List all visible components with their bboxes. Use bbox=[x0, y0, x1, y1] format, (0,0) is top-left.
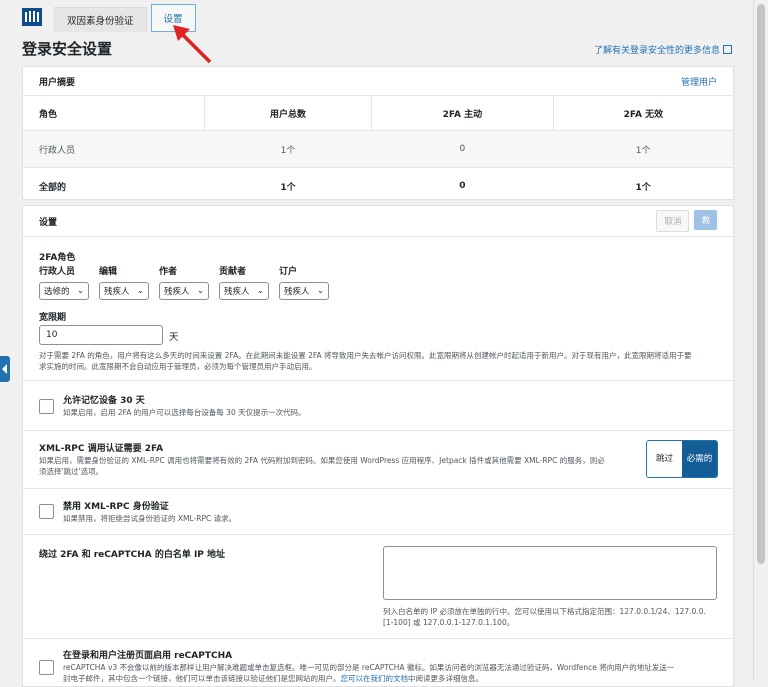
role-select[interactable]: 选修的 ⌄ bbox=[39, 282, 89, 300]
role-author: 作者 残疾人 ⌄ bbox=[159, 264, 211, 300]
whitelist-textarea[interactable] bbox=[383, 546, 717, 600]
role-select-value: 残疾人 bbox=[224, 287, 250, 297]
roles-group: 行政人员 选修的 ⌄ 编辑 残疾人 ⌄ 作者 残疾人 ⌄ 贡献者 残疾人 ⌄ 订户 残疾… bbox=[39, 264, 331, 300]
role-name: 编辑 bbox=[99, 267, 118, 277]
learn-more-label[interactable]: 了解有关登录安全性的更多信息 bbox=[594, 46, 720, 56]
manage-users-link[interactable]: 管理用户 bbox=[681, 75, 717, 88]
chevron-down-icon: ⌄ bbox=[256, 286, 264, 296]
disable-xmlrpc-desc: 如果禁用，将拒绝尝试身份验证的 XML-RPC 请求。 bbox=[63, 514, 237, 523]
grace-period-desc-2: 求实施的时间。此宽限期不会自动应用于管理员，必须为每个管理员用户手动启用。 bbox=[39, 362, 317, 371]
scrollbar[interactable] bbox=[753, 0, 768, 681]
learn-more-link[interactable]: 了解有关登录安全性的更多信息 bbox=[594, 43, 732, 56]
grace-period-input[interactable]: 10 bbox=[39, 325, 163, 345]
cell: 1个 bbox=[553, 167, 733, 204]
whitelist-desc-2: [1-100] 或 127.0.0.1-127.0.1.100。 bbox=[383, 618, 515, 627]
recaptcha-desc-2-text: 封电子邮件，其中包含一个链接，他们可以单击该链接以验证他们是您网站的用户。 bbox=[63, 674, 341, 683]
xmlrpc-2fa-desc-2: 须选择'跳过'选项。 bbox=[39, 467, 104, 476]
cell: 1个 bbox=[553, 130, 733, 168]
disable-xmlrpc-checkbox[interactable] bbox=[39, 504, 54, 519]
recaptcha-desc-tail: 中阅读更多详细信息。 bbox=[408, 674, 483, 683]
roles-label: 2FA角色 bbox=[39, 253, 76, 263]
settings-header: 设置 取消 救 bbox=[23, 206, 733, 237]
toggle-skip[interactable]: 跳过 bbox=[647, 441, 682, 477]
recaptcha-desc-2: 封电子邮件，其中包含一个链接，他们可以单击该链接以验证他们是您网站的用户。您可以… bbox=[63, 673, 483, 684]
grace-period-unit: 天 bbox=[169, 332, 179, 343]
settings-buttons: 取消 救 bbox=[656, 210, 717, 232]
role-select-value: 残疾人 bbox=[164, 287, 190, 297]
user-summary-card: 用户摘要 管理用户 角色 用户总数 2FA 主动 2FA 无效 行政人员 1个 … bbox=[22, 66, 734, 204]
role-contributor: 贡献者 残疾人 ⌄ bbox=[219, 264, 271, 300]
remember-device-desc: 如果启用，启用 2FA 的用户可以选择每台设备每 30 天仅提示一次代码。 bbox=[63, 408, 306, 417]
divider bbox=[23, 534, 733, 535]
docs-link[interactable]: 您可以在我们的文档 bbox=[341, 674, 409, 683]
whitelist-title: 绕过 2FA 和 reCAPTCHA 的白名单 IP 地址 bbox=[39, 550, 226, 560]
table-row: 行政人员 1个 0 1个 bbox=[23, 130, 733, 168]
divider bbox=[23, 430, 733, 431]
table-header-row: 角色 用户总数 2FA 主动 2FA 无效 bbox=[23, 95, 733, 131]
col-2fa-active: 2FA 主动 bbox=[370, 95, 554, 131]
role-select-value: 残疾人 bbox=[284, 287, 310, 297]
toggle-required[interactable]: 必需的 bbox=[682, 441, 717, 477]
recaptcha-desc-1: reCAPTCHA v3 不会像以前的版本那样让用户解决难题或单击复选框。唯一可… bbox=[63, 663, 675, 672]
chevron-down-icon: ⌄ bbox=[76, 286, 84, 296]
xmlrpc-2fa-desc-1: 如果启用，需要身份验证的 XML-RPC 调用也将需要将有效的 2FA 代码附加… bbox=[39, 456, 605, 465]
disable-xmlrpc-title: 禁用 XML-RPC 身份验证 bbox=[63, 502, 169, 512]
divider bbox=[23, 638, 733, 639]
page-title: 登录安全设置 bbox=[22, 40, 113, 58]
role-editor: 编辑 残疾人 ⌄ bbox=[99, 264, 151, 300]
role-select-value: 残疾人 bbox=[104, 287, 130, 297]
recaptcha-title: 在登录和用户注册页面启用 reCAPTCHA bbox=[63, 651, 233, 661]
tab-two-factor[interactable]: 双因素身份验证 bbox=[54, 7, 147, 32]
role-admin: 行政人员 选修的 ⌄ bbox=[39, 264, 91, 300]
user-summary-header: 用户摘要 管理用户 bbox=[23, 67, 733, 95]
divider bbox=[23, 488, 733, 489]
side-collapse-tab[interactable] bbox=[0, 356, 10, 382]
role-select[interactable]: 残疾人 ⌄ bbox=[279, 282, 329, 300]
xmlrpc-2fa-title: XML-RPC 调用认证需要 2FA bbox=[39, 444, 164, 454]
cell: 0 bbox=[371, 167, 554, 204]
recaptcha-checkbox[interactable] bbox=[39, 660, 54, 675]
grace-period-label: 宽限期 bbox=[39, 313, 67, 323]
user-summary-title: 用户摘要 bbox=[39, 77, 76, 88]
role-name: 贡献者 bbox=[219, 267, 247, 277]
role-name: 订户 bbox=[279, 267, 298, 277]
col-2fa-inactive: 2FA 无效 bbox=[552, 95, 733, 131]
xmlrpc-2fa-toggle[interactable]: 跳过 必需的 bbox=[646, 440, 718, 478]
settings-title: 设置 bbox=[39, 217, 58, 228]
cell: 行政人员 bbox=[23, 130, 205, 168]
chevron-down-icon: ⌄ bbox=[316, 286, 324, 296]
chevron-down-icon: ⌄ bbox=[196, 286, 204, 296]
chevron-down-icon: ⌄ bbox=[136, 286, 144, 296]
cell: 0 bbox=[371, 130, 554, 168]
col-role: 角色 bbox=[23, 95, 205, 131]
divider bbox=[23, 380, 733, 381]
whitelist-desc-1: 列入白名单的 IP 必须放在单独的行中。您可以使用以下格式指定范围：127.0.… bbox=[383, 607, 706, 616]
role-select[interactable]: 残疾人 ⌄ bbox=[219, 282, 269, 300]
role-select[interactable]: 残疾人 ⌄ bbox=[99, 282, 149, 300]
col-total: 用户总数 bbox=[204, 95, 372, 131]
external-link-icon bbox=[723, 45, 732, 54]
grace-period-desc-1: 对于需要 2FA 的角色，用户将有这么多天的时间来设置 2FA。在此期间未能设置… bbox=[39, 351, 692, 360]
role-subscriber: 订户 残疾人 ⌄ bbox=[279, 264, 331, 300]
table-row: 全部的 1个 0 1个 bbox=[23, 167, 733, 204]
scrollbar-thumb[interactable] bbox=[757, 4, 765, 564]
settings-card: 设置 取消 救 2FA角色 行政人员 选修的 ⌄ 编辑 残疾人 ⌄ 作者 残疾人 ⌄ … bbox=[22, 205, 734, 687]
wordfence-logo-icon bbox=[22, 8, 42, 26]
role-select-value: 选修的 bbox=[44, 287, 70, 297]
save-button[interactable]: 救 bbox=[694, 210, 717, 230]
remember-device-checkbox[interactable] bbox=[39, 399, 54, 414]
cell: 1个 bbox=[204, 167, 372, 204]
user-summary-table: 角色 用户总数 2FA 主动 2FA 无效 行政人员 1个 0 1个 全部的 1… bbox=[23, 95, 733, 204]
cancel-button[interactable]: 取消 bbox=[656, 210, 690, 232]
red-arrow-annotation bbox=[173, 25, 212, 64]
role-name: 作者 bbox=[159, 267, 178, 277]
remember-device-title: 允许记忆设备 30 天 bbox=[63, 396, 145, 406]
role-name: 行政人员 bbox=[39, 267, 76, 277]
cell: 全部的 bbox=[23, 167, 205, 204]
role-select[interactable]: 残疾人 ⌄ bbox=[159, 282, 209, 300]
cell: 1个 bbox=[204, 130, 372, 168]
